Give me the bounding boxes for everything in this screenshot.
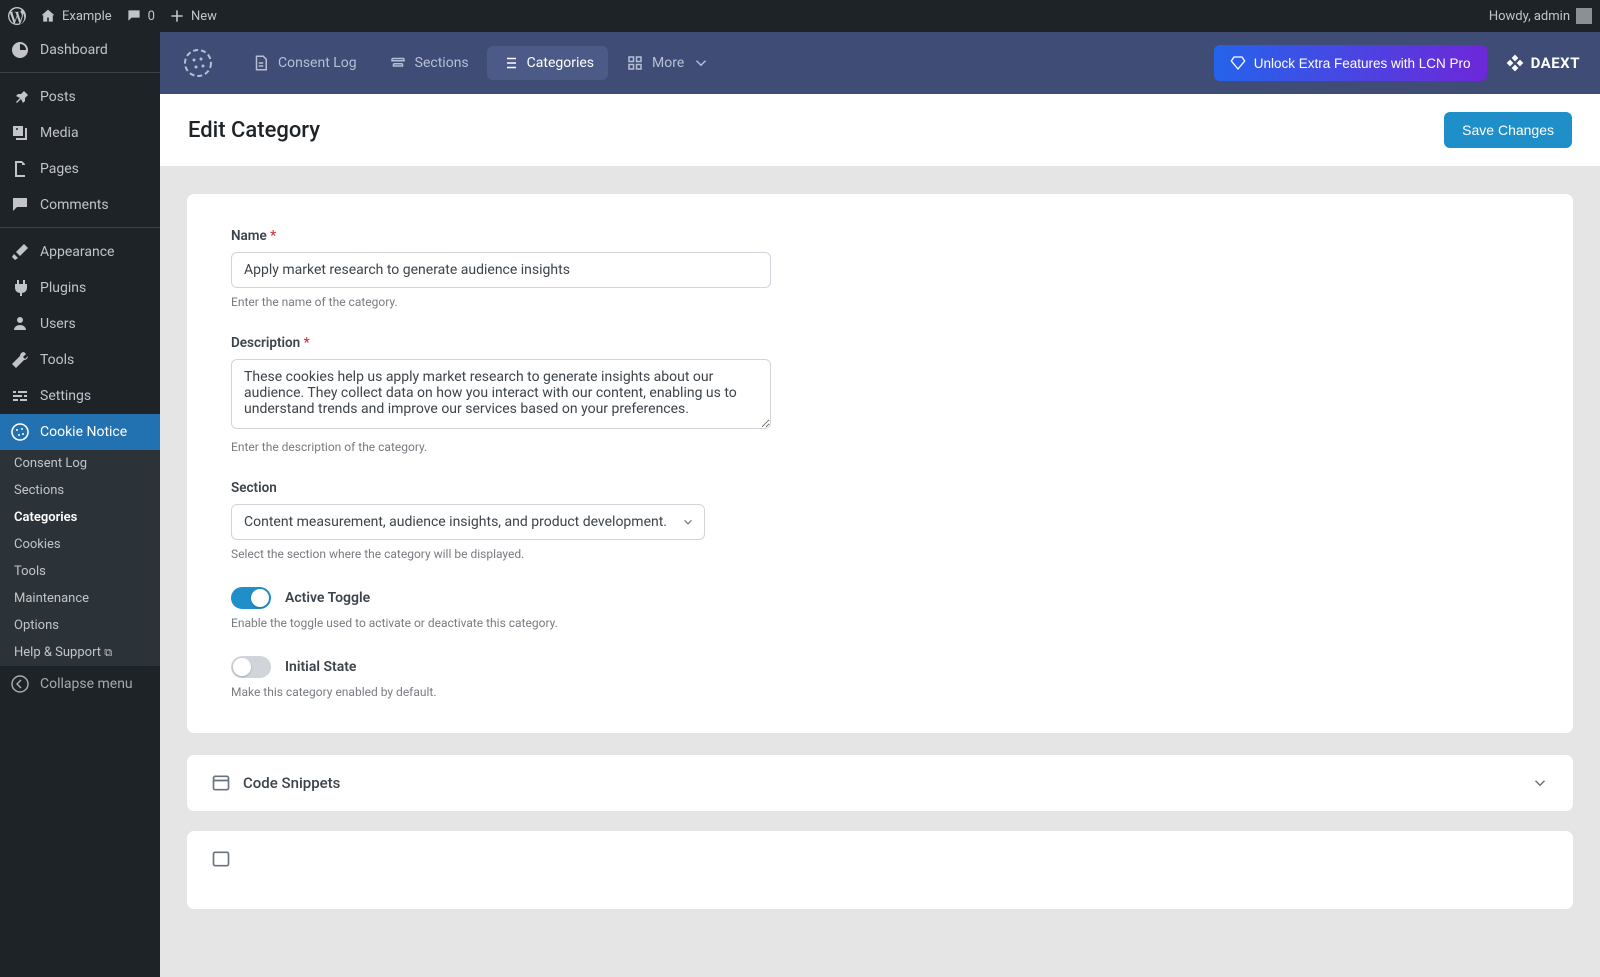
submenu-tools[interactable]: Tools <box>0 558 160 585</box>
sidebar-item-media[interactable]: Media <box>0 115 160 151</box>
plug-icon <box>10 278 30 298</box>
site-name: Example <box>62 9 112 24</box>
plugin-topbar: Consent Log Sections Categories More <box>160 32 1600 94</box>
field-active-toggle: Active Toggle Enable the toggle used to … <box>231 587 771 630</box>
comment-icon <box>10 195 30 215</box>
form-card: Name * Enter the name of the category. D… <box>186 193 1574 734</box>
active-toggle-label: Active Toggle <box>285 590 370 606</box>
panel-code-snippets[interactable]: Code Snippets <box>186 754 1574 812</box>
content-body: Name * Enter the name of the category. D… <box>160 167 1600 954</box>
field-initial-state: Initial State Make this category enabled… <box>231 656 771 699</box>
list-icon <box>501 54 519 72</box>
initial-state-switch[interactable] <box>231 656 271 678</box>
sidebar-item-posts[interactable]: Posts <box>0 79 160 115</box>
sidebar-item-cookie-notice[interactable]: Cookie Notice <box>0 414 160 450</box>
field-description: Description * These cookies help us appl… <box>231 335 771 454</box>
name-label: Name * <box>231 228 771 244</box>
panel-icon <box>211 849 231 869</box>
pages-icon <box>10 159 30 179</box>
page-title: Edit Category <box>188 118 320 143</box>
chevron-down-icon <box>1531 774 1549 792</box>
wp-logo[interactable] <box>8 7 26 25</box>
nav-more[interactable]: More <box>612 46 724 80</box>
cookie-submenu: Consent Log Sections Categories Cookies … <box>0 450 160 666</box>
file-icon <box>252 54 270 72</box>
sidebar-item-appearance[interactable]: Appearance <box>0 234 160 270</box>
pin-icon <box>10 87 30 107</box>
active-toggle-switch[interactable] <box>231 587 271 609</box>
howdy-user[interactable]: Howdy, admin <box>1489 8 1592 24</box>
initial-hint: Make this category enabled by default. <box>231 685 771 699</box>
media-icon <box>10 123 30 143</box>
site-home[interactable]: Example <box>40 8 112 24</box>
chevron-down-icon <box>692 54 710 72</box>
panel-additional[interactable] <box>186 830 1574 910</box>
name-hint: Enter the name of the category. <box>231 295 771 309</box>
desc-textarea[interactable]: These cookies help us apply market resea… <box>231 359 771 429</box>
submenu-cookies[interactable]: Cookies <box>0 531 160 558</box>
sidebar-item-dashboard[interactable]: Dashboard <box>0 32 160 68</box>
sidebar-item-users[interactable]: Users <box>0 306 160 342</box>
cookie-icon <box>10 422 30 442</box>
page-header: Edit Category Save Changes <box>160 94 1600 167</box>
user-icon <box>10 314 30 334</box>
comments-count: 0 <box>148 9 155 24</box>
brush-icon <box>10 242 30 262</box>
new-label: New <box>191 9 217 24</box>
desc-hint: Enter the description of the category. <box>231 440 771 454</box>
nav-categories[interactable]: Categories <box>487 46 608 80</box>
grid-icon <box>626 54 644 72</box>
new-content[interactable]: New <box>169 8 217 24</box>
daext-logo-icon <box>1505 53 1525 73</box>
active-hint: Enable the toggle used to activate or de… <box>231 616 771 630</box>
wrench-icon <box>10 350 30 370</box>
submenu-maintenance[interactable]: Maintenance <box>0 585 160 612</box>
dashboard-icon <box>10 40 30 60</box>
section-select[interactable]: Content measurement, audience insights, … <box>231 504 705 540</box>
initial-state-label: Initial State <box>285 659 356 675</box>
submenu-categories[interactable]: Categories <box>0 504 160 531</box>
wp-sidebar: Dashboard Posts Media Pages Comments App… <box>0 32 160 977</box>
wp-adminbar: Example 0 New Howdy, admin <box>0 0 1600 32</box>
diamond-icon <box>1230 55 1246 71</box>
section-hint: Select the section where the category wi… <box>231 547 771 561</box>
avatar <box>1576 8 1592 24</box>
collapse-icon <box>10 674 30 694</box>
daext-brand[interactable]: DAEXT <box>1505 53 1580 73</box>
layers-icon <box>389 54 407 72</box>
submenu-options[interactable]: Options <box>0 612 160 639</box>
collapse-menu[interactable]: Collapse menu <box>0 666 160 702</box>
save-button[interactable]: Save Changes <box>1444 112 1572 148</box>
sidebar-item-pages[interactable]: Pages <box>0 151 160 187</box>
sidebar-item-tools[interactable]: Tools <box>0 342 160 378</box>
comments-bubble[interactable]: 0 <box>126 8 155 24</box>
unlock-pro-button[interactable]: Unlock Extra Features with LCN Pro <box>1214 45 1487 81</box>
sliders-icon <box>10 386 30 406</box>
field-section: Section Content measurement, audience in… <box>231 480 771 561</box>
submenu-sections[interactable]: Sections <box>0 477 160 504</box>
sidebar-item-settings[interactable]: Settings <box>0 378 160 414</box>
nav-consent-log[interactable]: Consent Log <box>238 46 371 80</box>
nav-sections[interactable]: Sections <box>375 46 483 80</box>
submenu-help-support[interactable]: Help & Support ⧉ <box>0 639 160 666</box>
submenu-consent-log[interactable]: Consent Log <box>0 450 160 477</box>
field-name: Name * Enter the name of the category. <box>231 228 771 309</box>
desc-label: Description * <box>231 335 771 351</box>
name-input[interactable] <box>231 252 771 288</box>
plugin-logo <box>180 45 216 81</box>
external-icon: ⧉ <box>104 646 112 659</box>
code-icon <box>211 773 231 793</box>
content-pane: Consent Log Sections Categories More <box>160 32 1600 977</box>
panel-title: Code Snippets <box>243 774 340 792</box>
section-label: Section <box>231 480 771 496</box>
howdy-text: Howdy, admin <box>1489 9 1570 24</box>
sidebar-item-comments[interactable]: Comments <box>0 187 160 223</box>
sidebar-item-plugins[interactable]: Plugins <box>0 270 160 306</box>
